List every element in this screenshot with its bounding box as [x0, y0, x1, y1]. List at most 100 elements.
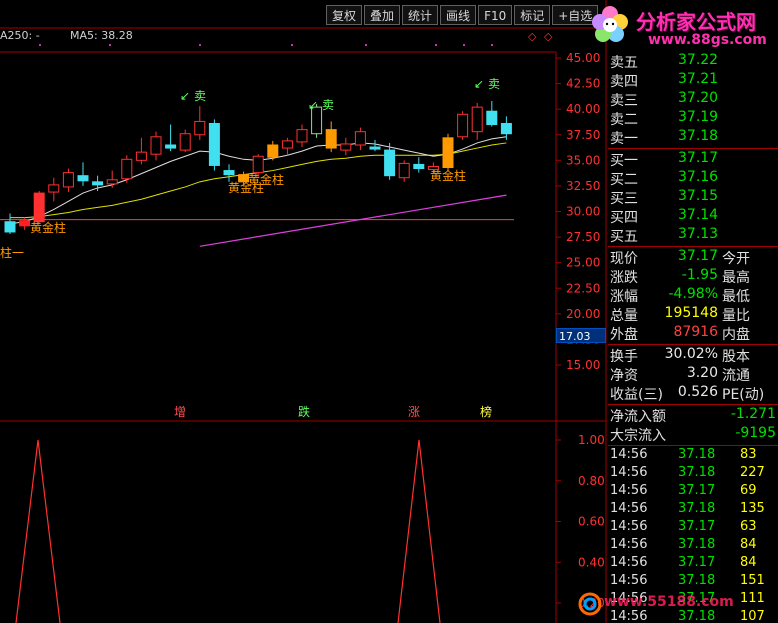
- tick-volume: 83: [740, 447, 757, 462]
- top-marker-dot: [39, 44, 41, 46]
- tick-volume: 84: [740, 537, 757, 552]
- top-marker-dot: [365, 44, 367, 46]
- candle-body: [62, 172, 74, 188]
- ask-row: 卖五 37.22: [608, 52, 778, 71]
- ask-level-label: 卖三: [610, 93, 638, 109]
- ask-level-label: 卖五: [610, 55, 638, 71]
- stat-label-right: 今开: [722, 251, 750, 267]
- fundamental-row: 换手 30.02% 股本: [608, 346, 778, 365]
- tick-row: 14:56 37.18 84: [608, 537, 778, 555]
- stat-value: -1.95: [681, 267, 718, 283]
- price-axis-label: 32.50: [566, 179, 600, 193]
- bid-level-label: 买二: [610, 172, 638, 188]
- stat-row: 现价 37.17 今开: [608, 248, 778, 267]
- stat-label-right: 最低: [722, 289, 750, 305]
- sell-signal-label: ↙: [474, 77, 484, 91]
- f10-button[interactable]: F10: [478, 5, 513, 25]
- tick-row: 14:56 37.17 63: [608, 519, 778, 537]
- indicator-axis-label: 0.80: [578, 474, 605, 488]
- tick-row: 14:56 37.17 84: [608, 555, 778, 573]
- candle-body: [106, 179, 118, 185]
- candle-body: [457, 113, 469, 138]
- fundamental-value: 0.526: [677, 384, 718, 400]
- tick-volume: 227: [740, 465, 765, 480]
- bid-row: 买一 37.17: [608, 150, 778, 169]
- tick-price: 37.18: [678, 465, 716, 480]
- tick-time: 14:56: [610, 483, 648, 498]
- candle-body: [4, 221, 16, 233]
- indicator-axis-label: 0.60: [578, 515, 605, 529]
- top-marker-dot: [109, 44, 111, 46]
- candle-body: [354, 131, 366, 146]
- candle-body: [194, 120, 206, 136]
- ma250-label: A250: -: [0, 29, 40, 42]
- tick-row: 14:56 37.17 69: [608, 483, 778, 501]
- statistics-button[interactable]: 统计: [402, 5, 439, 25]
- bid-price: 37.13: [678, 226, 719, 242]
- tick-price: 37.17: [678, 483, 716, 498]
- flow-row: 净流入额 -1.271: [608, 406, 778, 425]
- fundamental-value: 30.02%: [664, 346, 718, 362]
- tick-row: 14:56 37.18 227: [608, 465, 778, 483]
- ask-price: 37.18: [678, 128, 719, 144]
- ask-row: 卖一 37.18: [608, 128, 778, 147]
- diamond-icon-2: ◇: [544, 30, 553, 43]
- bid-price: 37.15: [678, 188, 719, 204]
- stat-label: 现价: [610, 251, 638, 267]
- logo-url: www.88gs.com: [648, 32, 767, 48]
- tick-time: 14:56: [610, 519, 648, 534]
- indicator-peak-line: [15, 439, 61, 623]
- panel-divider: [608, 404, 778, 405]
- fundamental-label: 换手: [610, 349, 638, 365]
- price-axis-label: 22.50: [566, 281, 600, 295]
- indicator-axis-label: 0.40: [578, 555, 605, 569]
- restore-rights-button[interactable]: 复权: [326, 5, 363, 25]
- ask-row: 卖四 37.21: [608, 71, 778, 90]
- ask-level-label: 卖四: [610, 74, 638, 90]
- ma5-label: MA5: 38.28: [70, 29, 133, 42]
- bid-price: 37.17: [678, 150, 719, 166]
- ask-price: 37.20: [678, 90, 719, 106]
- candle-body: [77, 175, 89, 182]
- candle-body: [208, 122, 220, 166]
- overlay-button[interactable]: 叠加: [364, 5, 401, 25]
- golden-bar-label: 黄金柱: [430, 168, 466, 183]
- top-marker-dot: [199, 44, 201, 46]
- candle-body: [340, 143, 352, 151]
- candle-body: [442, 137, 454, 168]
- signal-flag-label: 增: [174, 405, 186, 419]
- bid-row: 买二 37.16: [608, 169, 778, 188]
- stat-row: 涨跌 -1.95 最高: [608, 267, 778, 286]
- stat-value: 195148: [664, 305, 718, 321]
- flow-value: -1.271: [730, 406, 776, 422]
- price-axis-label: 25.00: [566, 256, 600, 270]
- candle-body: [384, 149, 396, 177]
- bid-row: 买五 37.13: [608, 226, 778, 245]
- tick-volume: 151: [740, 573, 765, 588]
- flower-logo-icon: [592, 6, 628, 42]
- stat-label: 涨跌: [610, 270, 638, 286]
- candle-body: [121, 158, 133, 180]
- candle-body: [296, 129, 308, 143]
- tick-row: 14:56 37.18 135: [608, 501, 778, 519]
- price-axis-label: 20.00: [566, 307, 600, 321]
- tick-price: 37.17: [678, 555, 716, 570]
- candle-body: [413, 163, 425, 170]
- tick-time: 14:56: [610, 465, 648, 480]
- ask-level-label: 卖二: [610, 112, 638, 128]
- site-logo: 分析家公式网 www.88gs.com: [586, 4, 778, 50]
- mark-button[interactable]: 标记: [514, 5, 551, 25]
- stat-label-right: 量比: [722, 308, 750, 324]
- flow-value: -9195: [735, 425, 776, 441]
- bid-row: 买四 37.14: [608, 207, 778, 226]
- stat-label: 外盘: [610, 327, 638, 343]
- candle-body: [471, 106, 483, 133]
- price-axis-label: 30.00: [566, 205, 600, 219]
- bid-level-label: 买三: [610, 191, 638, 207]
- draw-line-button[interactable]: 画线: [440, 5, 477, 25]
- price-axis-label: 45.00: [566, 51, 600, 65]
- panel-divider: [608, 344, 778, 345]
- panel-divider: [608, 246, 778, 247]
- fundamental-label-right: 流通: [722, 368, 750, 384]
- candle-body: [48, 184, 60, 193]
